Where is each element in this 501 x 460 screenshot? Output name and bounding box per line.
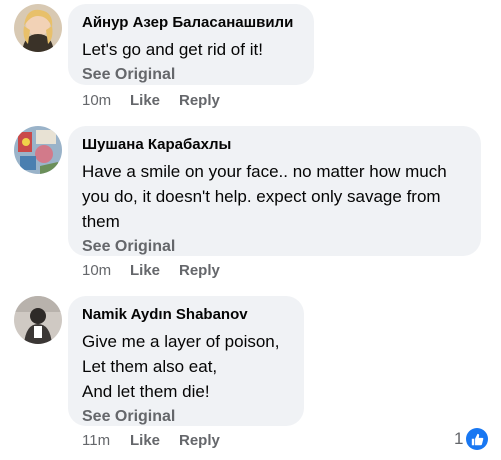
comment-author[interactable]: Namik Aydın Shabanov — [82, 305, 290, 325]
reaction-summary[interactable]: 1 — [454, 428, 489, 450]
comment-bubble: Шушана Карабахлы Have a smile on your fa… — [68, 126, 481, 256]
see-original-link[interactable]: See Original — [82, 236, 467, 258]
comment-timestamp[interactable]: 10m — [82, 91, 130, 111]
avatar[interactable] — [14, 126, 62, 174]
see-original-link[interactable]: See Original — [82, 64, 300, 86]
comment-bubble: Namik Aydın Shabanov Give me a layer of … — [68, 296, 304, 426]
avatar[interactable] — [14, 296, 62, 344]
comment-timestamp[interactable]: 11m — [82, 431, 130, 451]
reply-button[interactable]: Reply — [179, 431, 220, 451]
comment-author[interactable]: Айнур Азер Баласанашвили — [82, 13, 300, 33]
comment-timestamp[interactable]: 10m — [82, 261, 130, 281]
comment-text: Have a smile on your face.. no matter ho… — [82, 162, 447, 231]
reply-button[interactable]: Reply — [179, 261, 220, 281]
reply-button[interactable]: Reply — [179, 91, 220, 111]
like-thumb-icon — [466, 428, 489, 450]
comment-actions: 10m Like Reply — [82, 91, 220, 111]
comment-text: Give me a layer of poison, Let them also… — [82, 332, 280, 401]
comment-actions: 11m Like Reply — [82, 431, 220, 451]
like-button[interactable]: Like — [130, 91, 179, 111]
like-button[interactable]: Like — [130, 261, 179, 281]
reaction-count: 1 — [454, 429, 464, 448]
like-button[interactable]: Like — [130, 431, 179, 451]
comment-text: Let's go and get rid of it! — [82, 40, 263, 59]
avatar[interactable] — [14, 4, 62, 52]
comment-actions: 10m Like Reply — [82, 261, 220, 281]
comment-author[interactable]: Шушана Карабахлы — [82, 135, 467, 155]
see-original-link[interactable]: See Original — [82, 406, 290, 428]
comment-bubble: Айнур Азер Баласанашвили Let's go and ge… — [68, 4, 314, 85]
